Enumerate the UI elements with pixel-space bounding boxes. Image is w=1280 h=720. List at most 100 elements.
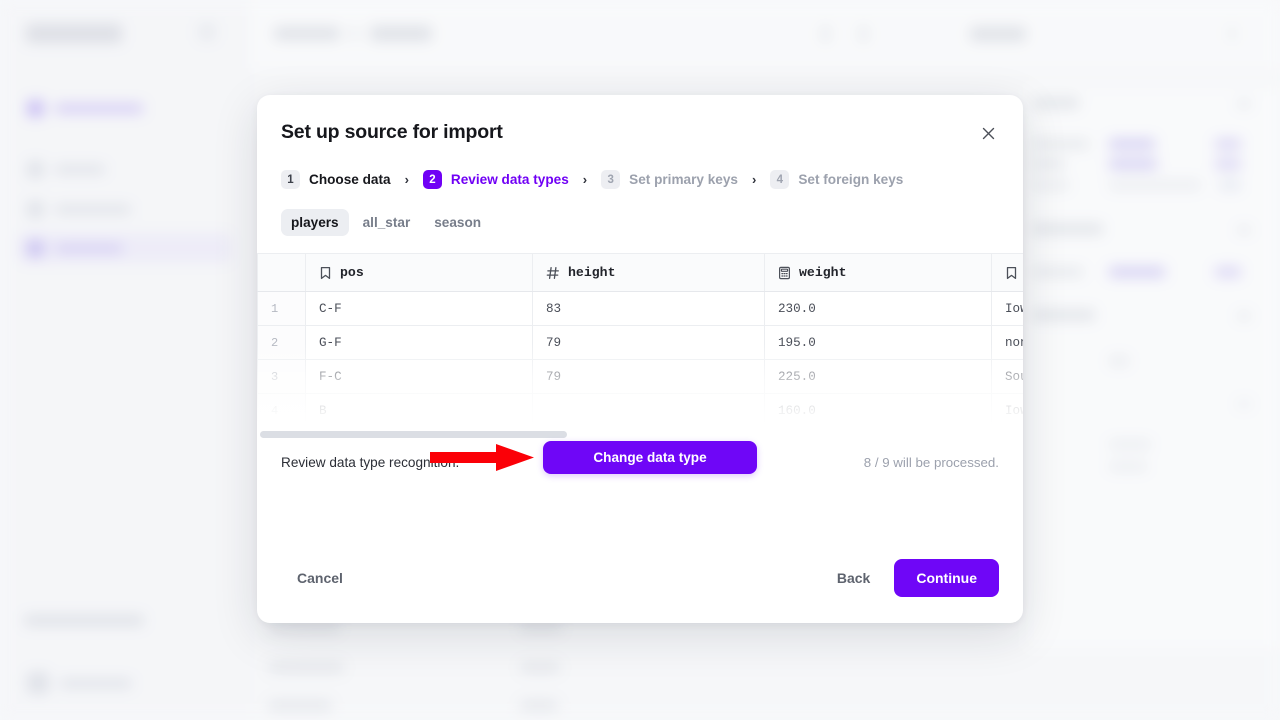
cell-pos[interactable]: B [305, 393, 533, 428]
close-icon[interactable] [977, 122, 999, 144]
step-number-badge: 2 [422, 170, 442, 189]
table-tabs: players all_star season [257, 189, 1023, 236]
background-breadcrumb-2 [370, 26, 432, 41]
cancel-button[interactable]: Cancel [281, 560, 359, 596]
cell-weight[interactable]: 195.0 [764, 325, 992, 360]
background-panel-title [1033, 310, 1095, 320]
modal-footer: Cancel Back Continue [257, 559, 1023, 623]
background-panel-action [1237, 100, 1251, 108]
cell-weight[interactable]: 225.0 [764, 359, 992, 394]
chevron-right-icon: › [582, 172, 588, 187]
background-cell [268, 700, 332, 711]
tab-players[interactable]: players [281, 209, 349, 236]
background-sidebar [0, 0, 250, 720]
background-topbar-action [970, 27, 1026, 41]
tab-all-star[interactable]: all_star [353, 209, 421, 236]
cell-height[interactable]: 79 [532, 359, 765, 394]
continue-button[interactable]: Continue [894, 559, 999, 597]
background-topbar-icon [860, 26, 867, 42]
background-nav-item [18, 194, 232, 224]
page-title: Set up source for import [281, 121, 503, 143]
row-index: 1 [257, 291, 306, 326]
column-name: weight [799, 265, 847, 280]
table-row[interactable]: 4 B 160.0 Iow [257, 393, 1023, 428]
status-message: Review data type recognition. [281, 455, 460, 470]
background-panel-title [1033, 224, 1103, 234]
background-logo [26, 24, 122, 43]
cell-weight[interactable]: 230.0 [764, 291, 992, 326]
cell-height[interactable]: 79 [532, 325, 765, 360]
background-cell [520, 700, 558, 711]
cell-pos[interactable]: C-F [305, 291, 533, 326]
column-header-height[interactable]: height [532, 253, 765, 292]
background-field-badge [1215, 159, 1241, 169]
step-set-primary-keys[interactable]: 3 Set primary keys [601, 170, 738, 189]
cell-height[interactable] [532, 393, 765, 428]
back-button[interactable]: Back [821, 560, 886, 596]
footer-actions: Back Continue [821, 559, 999, 597]
cell-height[interactable]: 83 [532, 291, 765, 326]
background-nav-icon [27, 160, 44, 178]
cell-weight[interactable]: 160.0 [764, 393, 992, 428]
background-panel-action [1237, 400, 1251, 408]
background-section-label [24, 615, 144, 626]
row-index: 3 [257, 359, 306, 394]
bookmark-icon [1006, 266, 1017, 279]
column-name: pos [340, 265, 364, 280]
step-set-foreign-keys[interactable]: 4 Set foreign keys [770, 170, 903, 189]
column-header-extra[interactable] [991, 253, 1023, 292]
background-field-badge [1219, 180, 1241, 190]
chevron-right-icon: › [751, 172, 757, 187]
background-topbar-menu-icon [1230, 26, 1234, 41]
cell-extra[interactable]: Iow [991, 393, 1023, 428]
setup-source-import-modal: Set up source for import 1 Choose data ›… [257, 95, 1023, 623]
cell-extra[interactable]: non [991, 325, 1023, 360]
column-header-index [257, 253, 306, 292]
background-breadcrumb-1 [274, 27, 340, 40]
step-label: Choose data [309, 172, 391, 187]
cell-extra[interactable]: Iow [991, 291, 1023, 326]
modal-header: Set up source for import [257, 95, 1023, 144]
column-name: height [568, 265, 616, 280]
hash-icon [546, 266, 559, 279]
step-number-badge: 4 [770, 170, 790, 189]
background-user-label [60, 678, 132, 688]
chevron-right-icon: › [404, 172, 409, 187]
step-choose-data[interactable]: 1 Choose data [281, 170, 391, 189]
step-review-data-types[interactable]: 2 Review data types [422, 170, 569, 189]
step-label: Set primary keys [629, 172, 738, 187]
background-panel-action [1237, 312, 1251, 320]
background-cell [268, 662, 344, 673]
bookmark-icon [320, 266, 331, 279]
tab-season[interactable]: season [424, 209, 491, 236]
cell-pos[interactable]: G-F [305, 325, 533, 360]
step-label: Review data types [450, 172, 569, 187]
background-nav-item [18, 93, 232, 123]
horizontal-scrollbar[interactable] [257, 429, 1023, 441]
data-preview-table: pos height weight 1 C-F 83 230.0 Io 2 G-… [257, 253, 1023, 428]
background-field-value [1109, 180, 1201, 190]
table-row[interactable]: 1 C-F 83 230.0 Iow [257, 291, 1023, 326]
background-field-badge [1215, 267, 1241, 277]
cell-pos[interactable]: F-C [305, 359, 533, 394]
background-field-value [1109, 159, 1157, 169]
cell-extra[interactable]: Sou [991, 359, 1023, 394]
background-panel-action [1237, 226, 1251, 234]
background-field-badge [1215, 139, 1241, 149]
step-number-badge: 1 [281, 170, 300, 189]
background-cell [520, 622, 562, 633]
change-data-type-button[interactable]: Change data type [543, 441, 757, 474]
background-field-value [1109, 462, 1147, 471]
column-header-weight[interactable]: weight [764, 253, 992, 292]
background-nav-label [55, 243, 123, 253]
background-nav-item [18, 668, 232, 698]
table-row[interactable]: 2 G-F 79 195.0 non [257, 325, 1023, 360]
background-field-label [1033, 181, 1069, 189]
background-field-label [1033, 268, 1083, 276]
calculator-icon [779, 266, 791, 279]
column-header-pos[interactable]: pos [305, 253, 533, 292]
step-indicator: 1 Choose data › 2 Review data types › 3 … [257, 144, 1023, 189]
table-row[interactable]: 3 F-C 79 225.0 Sou [257, 359, 1023, 394]
background-field-value [1109, 440, 1151, 449]
scrollbar-thumb[interactable] [260, 431, 567, 438]
